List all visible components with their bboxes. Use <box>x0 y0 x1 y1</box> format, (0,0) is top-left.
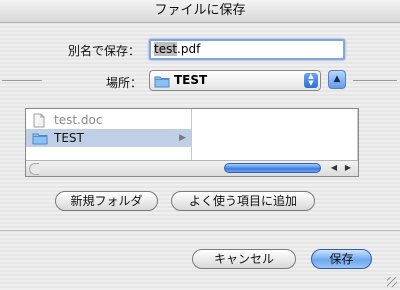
location-label: 場所： <box>106 76 143 90</box>
scroll-left-arrow-icon[interactable]: ◀ <box>328 162 340 174</box>
horizontal-scrollbar[interactable]: ◀ ▶ <box>26 160 358 176</box>
scroll-thumb[interactable] <box>224 163 321 173</box>
scroll-right-arrow-icon[interactable]: ▶ <box>342 162 354 174</box>
triangle-right-icon: ▶ <box>179 133 186 143</box>
location-value: TEST <box>174 73 208 87</box>
filename-extension: .pdf <box>177 42 201 56</box>
save-dialog: ファイルに保存 別名で保存： test.pdf 場所： TEST ▲ ▼ ▲ t… <box>0 0 400 290</box>
updown-arrows-icon: ▲ ▼ <box>304 73 318 88</box>
collapse-button[interactable]: ▲ <box>328 70 346 89</box>
item-label: test.doc <box>54 113 103 127</box>
filename-selected-text: test <box>154 42 178 56</box>
browser-column: test.doc TEST ▶ <box>26 109 192 161</box>
resize-grip-icon[interactable] <box>387 277 397 287</box>
cancel-button[interactable]: キャンセル <box>192 249 296 269</box>
separator <box>0 230 400 231</box>
folder-icon <box>32 131 48 150</box>
triangle-up-icon: ▲ <box>333 74 341 84</box>
new-folder-button[interactable]: 新規フォルダ <box>55 191 158 211</box>
save-as-field[interactable]: test.pdf <box>149 39 345 60</box>
separator-left <box>2 80 42 81</box>
location-popup[interactable]: TEST ▲ ▼ <box>149 70 321 91</box>
browser-column <box>192 109 358 161</box>
window-title: ファイルに保存 <box>0 0 400 23</box>
item-label: TEST <box>54 131 84 145</box>
list-item[interactable]: TEST ▶ <box>26 129 191 147</box>
list-item[interactable]: test.doc <box>26 111 191 129</box>
save-as-label: 別名で保存： <box>68 44 141 58</box>
separator-right <box>353 80 397 81</box>
scroll-track-start <box>29 163 39 175</box>
file-browser[interactable]: test.doc TEST ▶ ◀ ▶ <box>25 108 359 177</box>
add-to-favorites-button[interactable]: よく使う項目に追加 <box>171 191 315 211</box>
folder-icon <box>154 74 170 94</box>
save-button[interactable]: 保存 <box>311 249 372 269</box>
